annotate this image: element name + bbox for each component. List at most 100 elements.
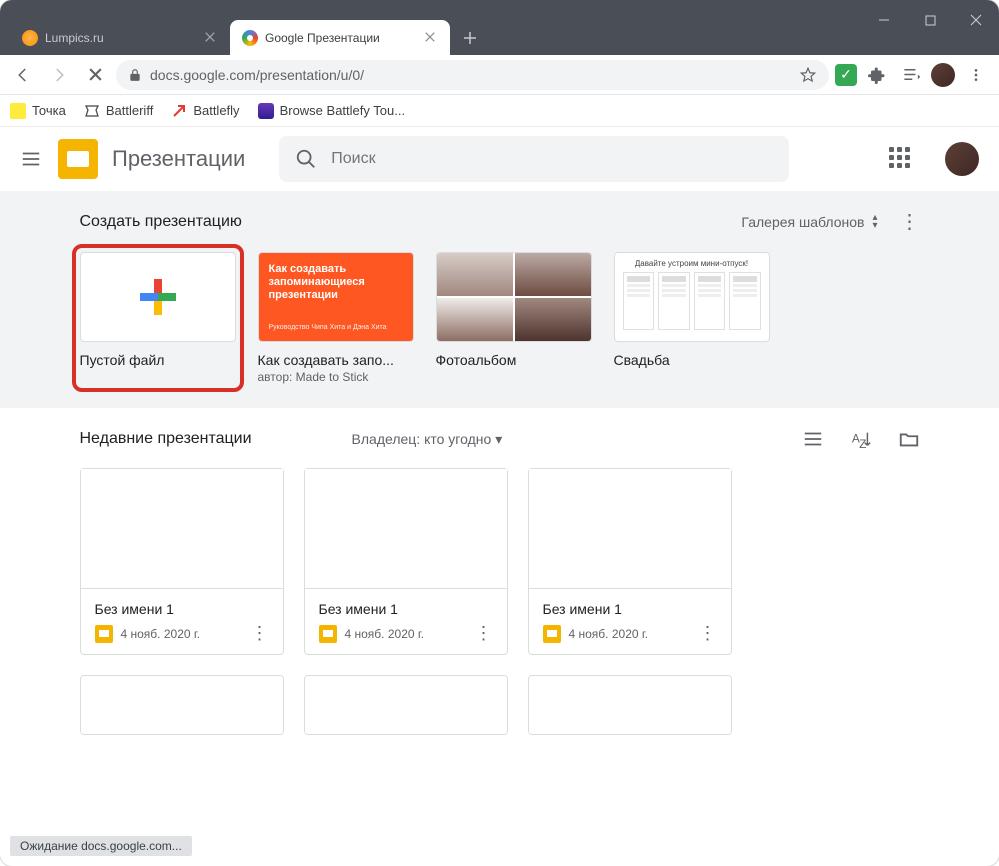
slides-logo-icon bbox=[58, 139, 98, 179]
bookmark-battlefy[interactable]: Browse Battlefy Tou... bbox=[258, 103, 406, 119]
bookmark-icon bbox=[10, 103, 26, 119]
bookmark-label: Точка bbox=[32, 103, 66, 118]
file-more-button[interactable]: ⋮ bbox=[251, 623, 269, 644]
file-card[interactable] bbox=[304, 675, 508, 735]
back-button[interactable] bbox=[8, 60, 38, 90]
template-blank[interactable]: Пустой файл bbox=[80, 252, 236, 384]
extension-green-check[interactable]: ✓ bbox=[835, 64, 857, 86]
bookmark-battlefly[interactable]: Battlefly bbox=[171, 103, 239, 119]
forward-button bbox=[44, 60, 74, 90]
recent-section: Недавние презентации Владелец: кто угодн… bbox=[0, 408, 999, 735]
file-card[interactable] bbox=[528, 675, 732, 735]
main-menu-button[interactable] bbox=[20, 148, 44, 170]
bookmark-star-icon[interactable] bbox=[799, 66, 817, 84]
template-gallery-button[interactable]: Галерея шаблонов ▴▾ bbox=[741, 214, 877, 230]
template-thumb-blank bbox=[80, 252, 236, 342]
stop-reload-button[interactable] bbox=[80, 60, 110, 90]
file-name: Без имени 1 bbox=[95, 601, 269, 617]
file-more-button[interactable]: ⋮ bbox=[699, 623, 717, 644]
favicon-slides bbox=[242, 30, 258, 46]
reading-list-icon[interactable] bbox=[897, 61, 925, 89]
extensions-puzzle-icon[interactable] bbox=[863, 61, 891, 89]
tab-lumpics[interactable]: Lumpics.ru bbox=[10, 20, 230, 55]
bookmark-tochka[interactable]: Точка bbox=[10, 103, 66, 119]
bookmark-label: Battlefly bbox=[193, 103, 239, 118]
bookmark-icon bbox=[258, 103, 274, 119]
file-date: 4 нояб. 2020 г. bbox=[121, 627, 243, 641]
template-thumb-photo bbox=[436, 252, 592, 342]
template-wedding[interactable]: Давайте устроим мини-отпуск! Свадьба bbox=[614, 252, 770, 384]
file-thumb bbox=[81, 469, 283, 589]
list-view-button[interactable] bbox=[802, 428, 824, 450]
browser-window: Lumpics.ru Google Презентации docs. bbox=[0, 0, 999, 866]
minimize-button[interactable] bbox=[861, 0, 907, 40]
new-tab-button[interactable] bbox=[456, 24, 484, 52]
thumb-title: Как создавать запоминающиеся презентации bbox=[269, 263, 403, 303]
bookmark-label: Battleriff bbox=[106, 103, 153, 118]
sort-button[interactable]: AZ bbox=[850, 428, 872, 450]
browser-menu-button[interactable] bbox=[961, 60, 991, 90]
template-row: Пустой файл Как создавать запоминающиеся… bbox=[80, 252, 920, 384]
recent-header: Недавние презентации Владелец: кто угодн… bbox=[80, 428, 920, 450]
files-grid: Без имени 1 4 нояб. 2020 г. ⋮ Без имени … bbox=[80, 468, 920, 735]
template-how-to[interactable]: Как создавать запоминающиеся презентации… bbox=[258, 252, 414, 384]
file-card[interactable]: Без имени 1 4 нояб. 2020 г. ⋮ bbox=[304, 468, 508, 655]
file-thumb bbox=[529, 469, 731, 589]
file-more-button[interactable]: ⋮ bbox=[475, 623, 493, 644]
bookmark-icon bbox=[171, 103, 187, 119]
url-text: docs.google.com/presentation/u/0/ bbox=[150, 67, 791, 83]
thumb-footer: Руководство Чипа Хита и Дэна Хита bbox=[269, 324, 403, 331]
file-date: 4 нояб. 2020 г. bbox=[345, 627, 467, 641]
address-bar: docs.google.com/presentation/u/0/ ✓ bbox=[0, 55, 999, 95]
file-thumb bbox=[529, 676, 731, 735]
chevron-down-icon: ▾ bbox=[495, 431, 502, 448]
bookmark-label: Browse Battlefy Tou... bbox=[280, 103, 406, 118]
account-avatar[interactable] bbox=[945, 142, 979, 176]
template-label: Свадьба bbox=[614, 352, 770, 368]
window-controls bbox=[861, 0, 999, 40]
tab-close-icon[interactable] bbox=[204, 31, 218, 45]
template-thumb-orange: Как создавать запоминающиеся презентации… bbox=[258, 252, 414, 342]
tab-title: Google Презентации bbox=[265, 31, 417, 45]
tab-title: Lumpics.ru bbox=[45, 31, 197, 45]
template-label: Пустой файл bbox=[80, 352, 236, 368]
file-thumb bbox=[305, 469, 507, 589]
favicon-lumpics bbox=[22, 30, 38, 46]
tab-google-slides[interactable]: Google Презентации bbox=[230, 20, 450, 55]
file-card[interactable] bbox=[80, 675, 284, 735]
omnibox[interactable]: docs.google.com/presentation/u/0/ bbox=[116, 60, 829, 90]
titlebar: Lumpics.ru Google Презентации bbox=[0, 0, 999, 55]
file-thumb bbox=[305, 676, 507, 735]
slides-file-icon bbox=[95, 625, 113, 643]
tab-close-icon[interactable] bbox=[424, 31, 438, 45]
template-label: Фотоальбом bbox=[436, 352, 592, 368]
templates-header: Создать презентацию Галерея шаблонов ▴▾ … bbox=[80, 209, 920, 234]
app-header: Презентации bbox=[0, 127, 999, 191]
unfold-icon: ▴▾ bbox=[872, 214, 877, 230]
open-picker-button[interactable] bbox=[898, 428, 920, 450]
file-card[interactable]: Без имени 1 4 нояб. 2020 г. ⋮ bbox=[528, 468, 732, 655]
profile-avatar-small[interactable] bbox=[931, 63, 955, 87]
lock-icon bbox=[128, 68, 142, 82]
slides-file-icon bbox=[319, 625, 337, 643]
thumb-title: Давайте устроим мини-отпуск! bbox=[623, 259, 761, 268]
templates-more-button[interactable]: ⋮ bbox=[900, 209, 920, 234]
template-photoalbum[interactable]: Фотоальбом bbox=[436, 252, 592, 384]
templates-section: Создать презентацию Галерея шаблонов ▴▾ … bbox=[0, 191, 999, 408]
templates-heading: Создать презентацию bbox=[80, 213, 242, 231]
slides-file-icon bbox=[543, 625, 561, 643]
template-author: автор: Made to Stick bbox=[258, 370, 414, 384]
view-controls: AZ bbox=[802, 428, 920, 450]
maximize-button[interactable] bbox=[907, 0, 953, 40]
search-box[interactable] bbox=[279, 136, 789, 182]
search-input[interactable] bbox=[331, 150, 773, 168]
owner-filter-dropdown[interactable]: Владелец: кто угодно ▾ bbox=[352, 431, 503, 448]
bookmark-battleriff[interactable]: Battleriff bbox=[84, 103, 153, 119]
file-card[interactable]: Без имени 1 4 нояб. 2020 г. ⋮ bbox=[80, 468, 284, 655]
google-apps-button[interactable] bbox=[889, 147, 913, 171]
template-label: Как создавать запо... bbox=[258, 352, 414, 368]
file-name: Без имени 1 bbox=[319, 601, 493, 617]
gallery-label: Галерея шаблонов bbox=[741, 214, 864, 230]
close-window-button[interactable] bbox=[953, 0, 999, 40]
bookmark-icon bbox=[84, 103, 100, 119]
